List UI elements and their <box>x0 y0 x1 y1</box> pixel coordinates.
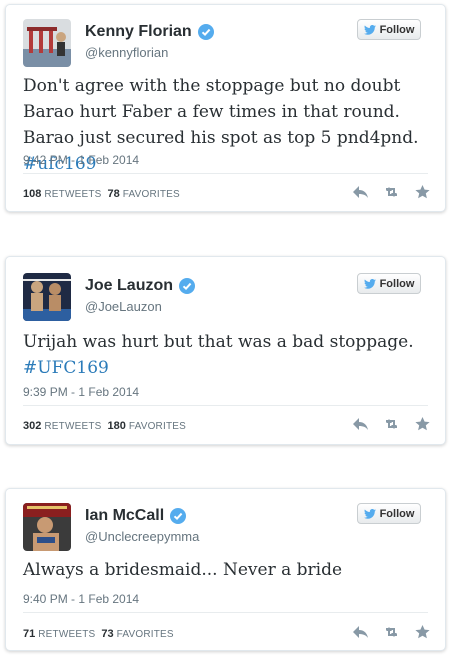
retweets-label: RETWEETS <box>44 189 102 200</box>
tweet-actions <box>352 417 431 431</box>
username[interactable]: @JoeLauzon <box>85 299 162 314</box>
retweet-icon[interactable] <box>383 185 400 199</box>
follow-button[interactable]: Follow <box>357 19 421 40</box>
divider <box>23 173 428 174</box>
display-name[interactable]: Kenny Florian <box>85 23 214 41</box>
favorite-icon[interactable] <box>414 625 431 639</box>
favorites-label: FAVORITES <box>122 189 180 200</box>
avatar-image <box>23 19 71 67</box>
tweet-stats: 302 RETWEETS 180 FAVORITES <box>23 420 186 432</box>
tweet-card: Ian McCall @Unclecreepymma Follow Always… <box>5 488 446 651</box>
timestamp[interactable]: 9:40 PM - 1 Feb 2014 <box>23 592 139 606</box>
verified-icon <box>197 24 214 40</box>
retweet-count[interactable]: 302 <box>23 420 41 432</box>
tweet-stats: 71 RETWEETS 73 FAVORITES <box>23 628 174 640</box>
display-name-text[interactable]: Kenny Florian <box>85 23 192 41</box>
retweets-label: RETWEETS <box>44 421 102 432</box>
follow-label: Follow <box>379 507 415 520</box>
timestamp[interactable]: 9:39 PM - 1 Feb 2014 <box>23 385 139 399</box>
reply-icon[interactable] <box>352 185 369 199</box>
avatar-image <box>23 503 71 551</box>
tweet-actions <box>352 185 431 199</box>
display-name[interactable]: Ian McCall <box>85 507 187 525</box>
hashtag-link[interactable]: #UFC169 <box>23 358 109 378</box>
tweet-stats: 108 RETWEETS 78 FAVORITES <box>23 188 180 200</box>
avatar[interactable] <box>23 503 71 551</box>
follow-label: Follow <box>379 277 415 290</box>
timestamp[interactable]: 9:42 PM - 1 Feb 2014 <box>23 153 139 167</box>
divider <box>23 612 428 613</box>
tweet-card: Joe Lauzon @JoeLauzon Follow Urijah was … <box>5 256 446 445</box>
follow-button[interactable]: Follow <box>357 503 421 524</box>
tweet-text: Always a bridesmaid... Never a bride <box>23 557 433 583</box>
favorite-count[interactable]: 180 <box>107 420 125 432</box>
retweet-count[interactable]: 71 <box>23 628 35 640</box>
favorite-count[interactable]: 78 <box>107 188 119 200</box>
avatar[interactable] <box>23 19 71 67</box>
favorite-count[interactable]: 73 <box>101 628 113 640</box>
follow-label: Follow <box>379 23 415 36</box>
tweet-text: Urijah was hurt but that was a bad stopp… <box>23 329 433 381</box>
retweet-icon[interactable] <box>383 417 400 431</box>
username[interactable]: @Unclecreepymma <box>85 529 199 544</box>
avatar-image <box>23 273 71 321</box>
twitter-bird-icon <box>363 508 376 519</box>
reply-icon[interactable] <box>352 625 369 639</box>
avatar[interactable] <box>23 273 71 321</box>
tweet-body: Always a bridesmaid... Never a bride <box>23 560 343 580</box>
tweet-body: Don't agree with the stoppage but no dou… <box>23 76 419 148</box>
twitter-bird-icon <box>363 24 376 35</box>
favorite-icon[interactable] <box>414 185 431 199</box>
retweets-label: RETWEETS <box>38 629 96 640</box>
retweet-count[interactable]: 108 <box>23 188 41 200</box>
tweet-card: Kenny Florian @kennyflorian Follow Don't… <box>5 4 446 212</box>
divider <box>23 405 428 406</box>
follow-button[interactable]: Follow <box>357 273 421 294</box>
verified-icon <box>170 508 187 524</box>
verified-icon <box>179 278 196 294</box>
retweet-icon[interactable] <box>383 625 400 639</box>
twitter-bird-icon <box>363 278 376 289</box>
favorites-label: FAVORITES <box>128 421 187 432</box>
display-name-text[interactable]: Ian McCall <box>85 507 164 525</box>
display-name-text[interactable]: Joe Lauzon <box>85 277 173 295</box>
favorite-icon[interactable] <box>414 417 431 431</box>
tweet-body: Urijah was hurt but that was a bad stopp… <box>23 332 414 352</box>
reply-icon[interactable] <box>352 417 369 431</box>
username[interactable]: @kennyflorian <box>85 45 168 60</box>
display-name[interactable]: Joe Lauzon <box>85 277 196 295</box>
tweet-actions <box>352 625 431 639</box>
favorites-label: FAVORITES <box>116 629 174 640</box>
